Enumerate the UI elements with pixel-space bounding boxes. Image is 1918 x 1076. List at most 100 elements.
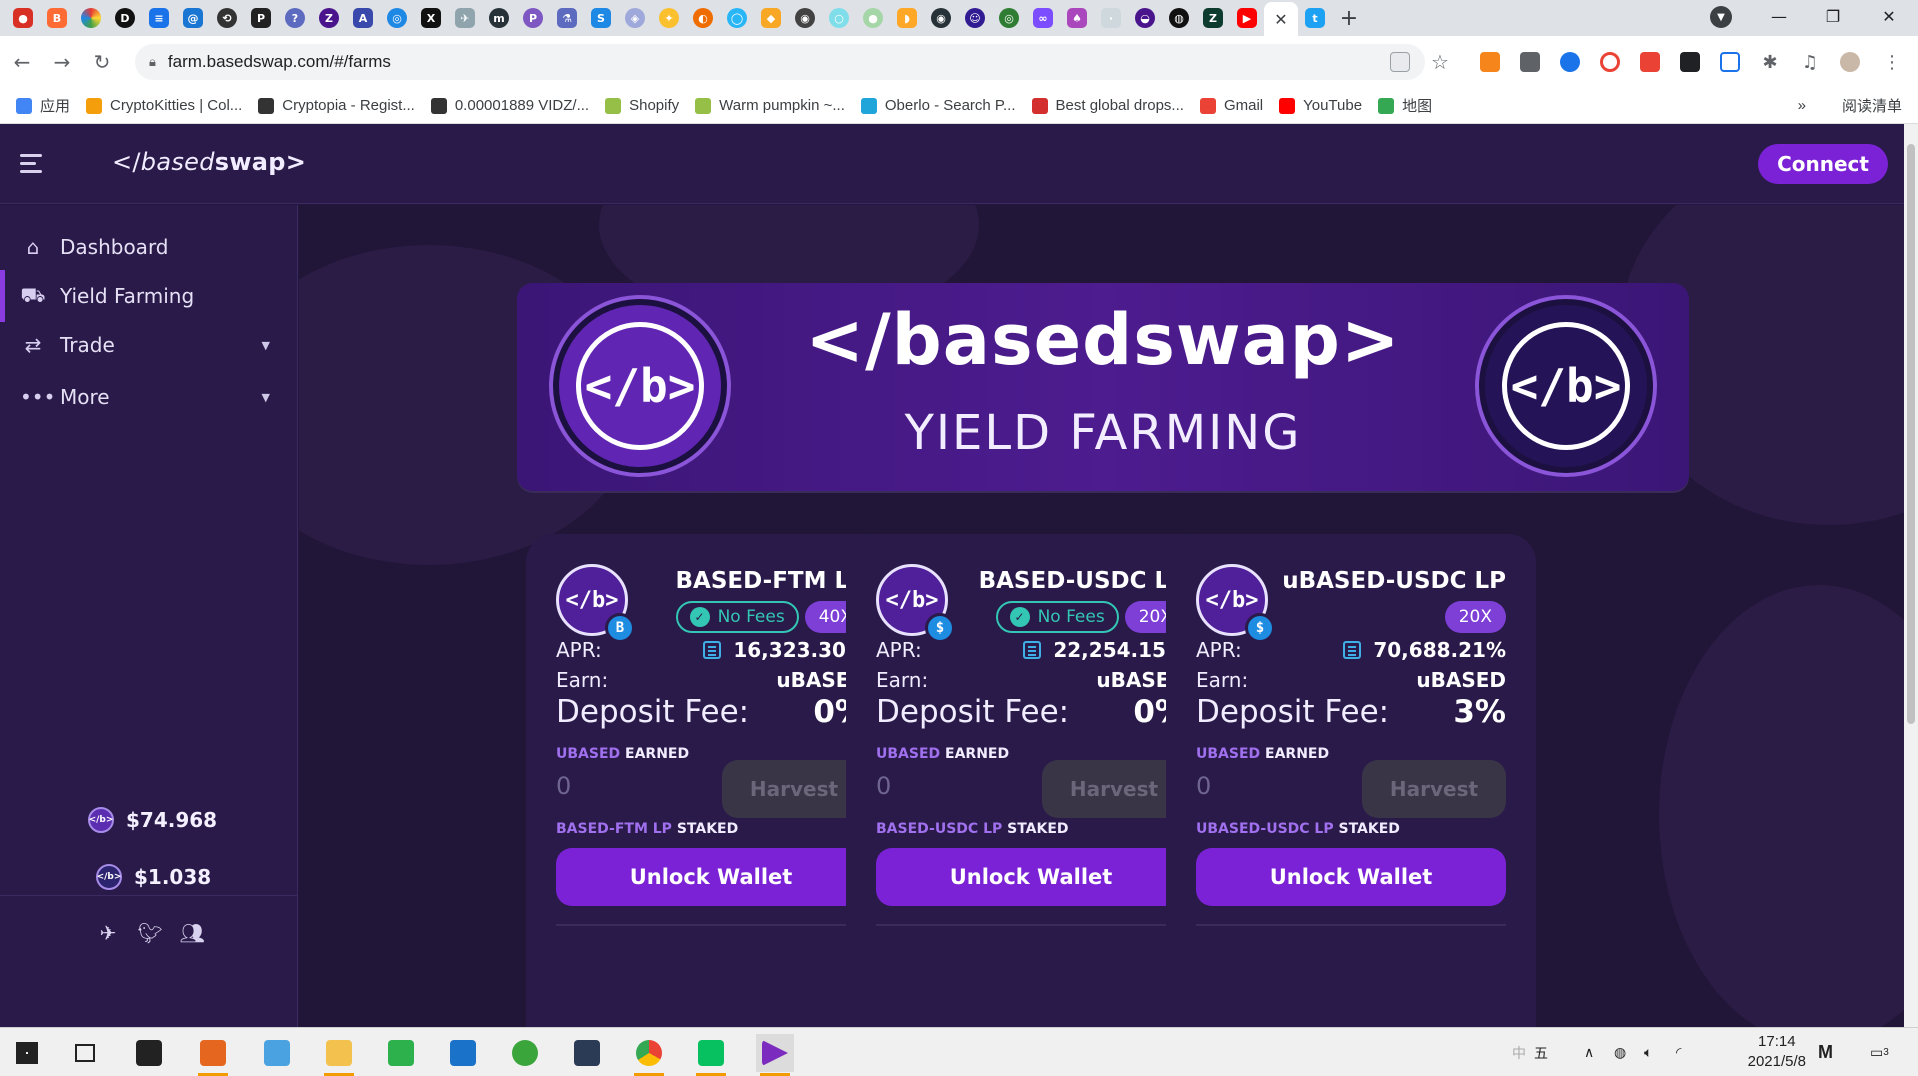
notifications-icon[interactable]: ▭ 3	[1870, 1028, 1889, 1076]
browser-tab[interactable]: X	[414, 3, 448, 33]
based-price[interactable]: </b> $74.968	[88, 807, 217, 833]
bookmark-star-icon[interactable]: ☆	[1426, 48, 1454, 76]
scrollbar-thumb[interactable]	[1907, 144, 1915, 724]
ubased-price[interactable]: </b> $1.038	[96, 864, 211, 890]
twitter-icon[interactable]: 🐦︎	[137, 921, 162, 945]
page-scrollbar[interactable]	[1904, 124, 1918, 1027]
browser-tab[interactable]: A	[346, 3, 380, 33]
maximize-icon[interactable]: ❐	[1806, 0, 1860, 32]
browser-tab[interactable]: @	[176, 3, 210, 33]
browser-tab[interactable]: ◎	[992, 3, 1026, 33]
browser-tab[interactable]: S	[584, 3, 618, 33]
browser-tab[interactable]: ⚗	[550, 3, 584, 33]
bookmark-item[interactable]: Oberlo - Search P...	[860, 97, 1016, 114]
extension-icon[interactable]	[1716, 48, 1744, 76]
ime-indicator[interactable]: 中五	[1512, 1028, 1548, 1076]
tab-search-icon[interactable]: ▼	[1710, 6, 1732, 28]
roi-calculator-icon[interactable]	[1023, 641, 1042, 659]
browser-tab[interactable]: ◍	[1162, 3, 1196, 33]
profile-avatar[interactable]	[1836, 48, 1864, 76]
unlock-wallet-button[interactable]: Unlock Wallet	[1196, 848, 1506, 906]
file-explorer-icon[interactable]	[320, 1034, 358, 1076]
media-app-icon[interactable]	[194, 1034, 232, 1076]
browser-tab[interactable]: ◐	[686, 3, 720, 33]
extension-icon[interactable]	[1676, 48, 1704, 76]
browser-tab[interactable]: ⟲	[210, 3, 244, 33]
browser-tab[interactable]: ◗	[890, 3, 924, 33]
browser-tab[interactable]: ◎	[380, 3, 414, 33]
ie-browser-icon[interactable]	[506, 1034, 544, 1072]
store-icon[interactable]	[130, 1034, 168, 1072]
browser-tab-active[interactable]: ✕	[1264, 2, 1298, 36]
sidebar-item-yield-farming[interactable]: ⛟ Yield Farming	[0, 270, 298, 322]
bookmarks-overflow-button[interactable]: »	[1798, 97, 1806, 114]
harvest-button[interactable]: Harvest	[1042, 760, 1186, 818]
close-tab-icon[interactable]: ✕	[1274, 10, 1287, 29]
visual-studio-icon[interactable]	[756, 1034, 794, 1076]
reading-list-button[interactable]: 阅读清单	[1842, 95, 1902, 116]
browser-tab[interactable]: ∞	[1026, 3, 1060, 33]
roi-calculator-icon[interactable]	[703, 641, 722, 659]
community-icon[interactable]: 👥︎	[179, 921, 204, 945]
browser-tab[interactable]: D	[108, 3, 142, 33]
minimize-icon[interactable]: —	[1752, 0, 1806, 32]
reload-icon[interactable]: ↻	[84, 44, 120, 80]
bookmark-item[interactable]: Shopify	[605, 97, 679, 114]
harvest-button[interactable]: Harvest	[722, 760, 866, 818]
bookmark-item[interactable]: Cryptopia - Regist...	[258, 97, 415, 114]
mail-icon[interactable]	[444, 1034, 482, 1072]
volume-icon[interactable]: 🔈︎	[1644, 1028, 1652, 1076]
browser-menu-icon[interactable]: ⋮	[1878, 48, 1906, 76]
bookmark-item[interactable]: Warm pumpkin ~...	[695, 97, 845, 114]
sidebar-item-trade[interactable]: ⇄ Trade ▼	[0, 319, 298, 371]
sidebar-item-dashboard[interactable]: ⌂ Dashboard	[0, 221, 298, 273]
extension-icon[interactable]	[1516, 48, 1544, 76]
connect-button[interactable]: Connect	[1758, 144, 1888, 184]
extension-icon[interactable]	[1636, 48, 1664, 76]
browser-tab[interactable]: ●	[6, 3, 40, 33]
browser-tab[interactable]: ◈	[618, 3, 652, 33]
browser-tab[interactable]: ≡	[142, 3, 176, 33]
translate-icon[interactable]	[1386, 48, 1414, 76]
browser-tab[interactable]: ☺	[958, 3, 992, 33]
tray-expand-icon[interactable]: ∧	[1584, 1028, 1594, 1076]
browser-tab[interactable]: ◆	[754, 3, 788, 33]
browser-tab[interactable]: t	[1298, 3, 1332, 33]
browser-tab[interactable]: B	[40, 3, 74, 33]
browser-tab[interactable]: m	[482, 3, 516, 33]
browser-tab[interactable]: ·	[1094, 3, 1128, 33]
browser-tab[interactable]: ▶	[1230, 3, 1264, 33]
browser-tab[interactable]: ?	[278, 3, 312, 33]
bookmark-item[interactable]: 地图	[1378, 95, 1432, 116]
bookmark-item[interactable]: YouTube	[1279, 97, 1362, 114]
extension-icon[interactable]	[1596, 48, 1624, 76]
browser-tab[interactable]: Z	[312, 3, 346, 33]
browser-tab[interactable]	[74, 3, 108, 33]
browser-tab[interactable]: ◉	[924, 3, 958, 33]
address-bar[interactable]: 🔒︎ farm.basedswap.com/#/farms	[135, 44, 1425, 80]
unlock-wallet-button[interactable]: Unlock Wallet	[876, 848, 1186, 906]
system-clock[interactable]: 17:14 2021/5/8	[1748, 1032, 1806, 1072]
browser-tab[interactable]: ○	[822, 3, 856, 33]
bookmark-item[interactable]: Gmail	[1199, 97, 1263, 114]
roi-calculator-icon[interactable]	[1343, 641, 1362, 659]
extensions-puzzle-icon[interactable]: ✱	[1756, 48, 1784, 76]
new-tab-button[interactable]: +	[1332, 6, 1366, 31]
forward-icon[interactable]: →	[44, 44, 80, 80]
brand-logo[interactable]: </basedswap>	[112, 148, 306, 176]
wechat-icon[interactable]	[692, 1034, 730, 1076]
browser-tab[interactable]: ◒	[1128, 3, 1162, 33]
browser-tab[interactable]: ●	[856, 3, 890, 33]
bookmark-item[interactable]: 应用	[16, 95, 70, 116]
tray-app-icon[interactable]: ◍	[1614, 1028, 1626, 1076]
metamask-icon[interactable]	[1476, 48, 1504, 76]
computer-icon[interactable]	[258, 1034, 296, 1072]
bookmark-item[interactable]: CryptoKitties | Col...	[86, 97, 242, 114]
browser-tab[interactable]: ♠	[1060, 3, 1094, 33]
menu-toggle-icon[interactable]	[20, 152, 46, 176]
back-icon[interactable]: ←	[4, 44, 40, 80]
start-windows-icon[interactable]	[8, 1034, 46, 1072]
browser-tab[interactable]: Z	[1196, 3, 1230, 33]
task-view-icon[interactable]	[66, 1034, 104, 1072]
browser-tab[interactable]: P	[244, 3, 278, 33]
